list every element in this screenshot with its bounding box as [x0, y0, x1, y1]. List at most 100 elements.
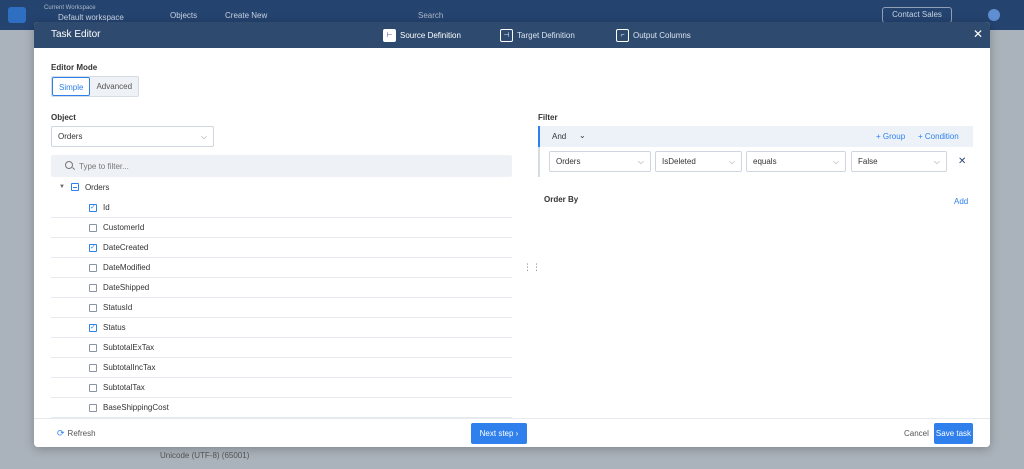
field-checkbox[interactable] — [89, 303, 97, 312]
global-search[interactable]: Search — [418, 11, 443, 20]
field-checkbox[interactable] — [89, 363, 97, 372]
modal-header: Task Editor ⊢ Source Definition ⊣ Target… — [34, 22, 990, 48]
contact-sales-button[interactable]: Contact Sales — [882, 7, 952, 23]
tree-root-orders[interactable]: ▼ Orders — [59, 180, 109, 194]
field-checkbox[interactable] — [89, 403, 97, 412]
background-encoding-text: Unicode (UTF-8) (65001) — [160, 451, 250, 460]
modal-title: Task Editor — [51, 29, 101, 40]
chevron-down-icon: ⌵ — [728, 157, 735, 166]
search-icon — [65, 161, 73, 169]
filter-label: Filter — [538, 113, 558, 122]
source-icon: ⊢ — [383, 28, 396, 42]
field-checkbox[interactable] — [89, 343, 97, 352]
field-checkbox[interactable] — [89, 203, 97, 212]
step-source-definition[interactable]: ⊢ Source Definition — [383, 28, 461, 42]
field-label: Id — [103, 203, 110, 212]
objects-menu[interactable]: Objects — [170, 11, 197, 20]
field-row[interactable]: DateModified — [51, 258, 512, 278]
field-checkbox[interactable] — [89, 243, 97, 252]
filter-operator[interactable]: And — [552, 132, 566, 141]
field-label: CustomerId — [103, 223, 145, 232]
field-row[interactable]: SubtotalTax — [51, 378, 512, 398]
add-group-label: Group — [882, 132, 906, 141]
chevron-down-icon: ⌵ — [933, 157, 940, 166]
chevron-right-icon: › — [515, 429, 519, 438]
add-condition-label: Condition — [924, 132, 959, 141]
refresh-button[interactable]: ⟳ Refresh — [57, 428, 96, 439]
add-group-button[interactable]: + Group — [876, 132, 905, 141]
add-condition-button[interactable]: + Condition — [918, 132, 959, 141]
close-icon[interactable]: ✕ — [973, 27, 983, 41]
field-row[interactable]: SubtotalIncTax — [51, 358, 512, 378]
field-row[interactable]: DateShipped — [51, 278, 512, 298]
workspace-selector[interactable]: Default workspace — [58, 13, 124, 22]
cancel-button[interactable]: Cancel — [904, 429, 929, 438]
field-filter — [51, 155, 512, 177]
editor-mode-toggle: Simple Advanced — [51, 76, 140, 97]
collapse-icon[interactable] — [70, 183, 79, 191]
remove-condition-icon[interactable]: ✕ — [958, 156, 966, 167]
field-label: DateCreated — [103, 243, 149, 252]
field-row[interactable]: DateCreated — [51, 238, 512, 258]
user-avatar[interactable] — [988, 9, 1000, 21]
condition-operator-select[interactable]: equals ⌵ — [746, 151, 846, 172]
task-editor-modal: Task Editor ⊢ Source Definition ⊣ Target… — [34, 22, 990, 447]
field-label: SubtotalTax — [103, 383, 145, 392]
refresh-label: Refresh — [67, 429, 96, 438]
modal-footer: ⟳ Refresh Next step › Cancel Save task — [34, 418, 990, 447]
field-row[interactable]: Status — [51, 318, 512, 338]
field-label: StatusId — [103, 303, 133, 312]
field-checkbox[interactable] — [89, 283, 97, 292]
step-label: Output Columns — [633, 30, 691, 40]
field-label: Status — [103, 323, 126, 332]
mode-advanced-button[interactable]: Advanced — [90, 77, 138, 96]
mode-simple-button[interactable]: Simple — [52, 77, 91, 96]
order-by-label: Order By — [544, 195, 579, 204]
chevron-down-icon[interactable]: ⌄ — [579, 131, 586, 140]
step-label: Target Definition — [517, 30, 575, 40]
field-label: SubtotalExTax — [103, 343, 155, 352]
app-logo-icon — [8, 7, 26, 23]
workspace-caption: Current Workspace — [44, 5, 96, 11]
caret-down-icon[interactable]: ▼ — [59, 184, 65, 190]
order-by-add-button[interactable]: Add — [954, 197, 968, 206]
field-label: DateShipped — [103, 283, 150, 292]
field-row[interactable]: BaseShippingCost — [51, 398, 512, 418]
step-label: Source Definition — [400, 30, 461, 40]
object-select-value: Orders — [58, 132, 83, 141]
field-row[interactable]: Id — [51, 198, 512, 218]
editor-mode-label: Editor Mode — [51, 63, 98, 72]
condition-operator-value: equals — [753, 157, 777, 166]
field-row[interactable]: CustomerId — [51, 218, 512, 238]
object-select[interactable]: Orders ⌵ — [51, 126, 214, 147]
chevron-down-icon: ⌵ — [200, 132, 207, 141]
chevron-down-icon: ⌵ — [832, 157, 839, 166]
field-row[interactable]: SubtotalExTax — [51, 338, 512, 358]
drag-handle-icon[interactable]: ⋮⋮ — [523, 262, 541, 273]
step-output-columns[interactable]: ⌐ Output Columns — [616, 28, 691, 42]
condition-field-select[interactable]: IsDeleted ⌵ — [655, 151, 742, 172]
next-step-label: Next step — [479, 429, 514, 438]
step-target-definition[interactable]: ⊣ Target Definition — [500, 28, 575, 42]
condition-object-select[interactable]: Orders ⌵ — [549, 151, 651, 172]
next-step-button[interactable]: Next step › — [471, 423, 527, 444]
condition-object-value: Orders — [556, 157, 581, 166]
target-icon: ⊣ — [500, 28, 513, 42]
columns-icon: ⌐ — [616, 28, 629, 42]
refresh-icon: ⟳ — [57, 428, 65, 438]
field-checkbox[interactable] — [89, 323, 97, 332]
create-new-menu[interactable]: Create New — [225, 11, 267, 20]
field-label: BaseShippingCost — [103, 403, 169, 412]
field-filter-input[interactable] — [79, 159, 479, 173]
object-label: Object — [51, 113, 76, 122]
condition-value-select[interactable]: False ⌵ — [851, 151, 947, 172]
save-task-button[interactable]: Save task — [934, 423, 973, 444]
condition-value-value: False — [858, 157, 878, 166]
field-label: DateModified — [103, 263, 151, 272]
field-row[interactable]: StatusId — [51, 298, 512, 318]
field-checkbox[interactable] — [89, 223, 97, 232]
field-checkbox[interactable] — [89, 263, 97, 272]
filter-group: And ⌄ + Group + Condition — [538, 126, 973, 147]
field-checkbox[interactable] — [89, 383, 97, 392]
condition-field-value: IsDeleted — [662, 157, 696, 166]
